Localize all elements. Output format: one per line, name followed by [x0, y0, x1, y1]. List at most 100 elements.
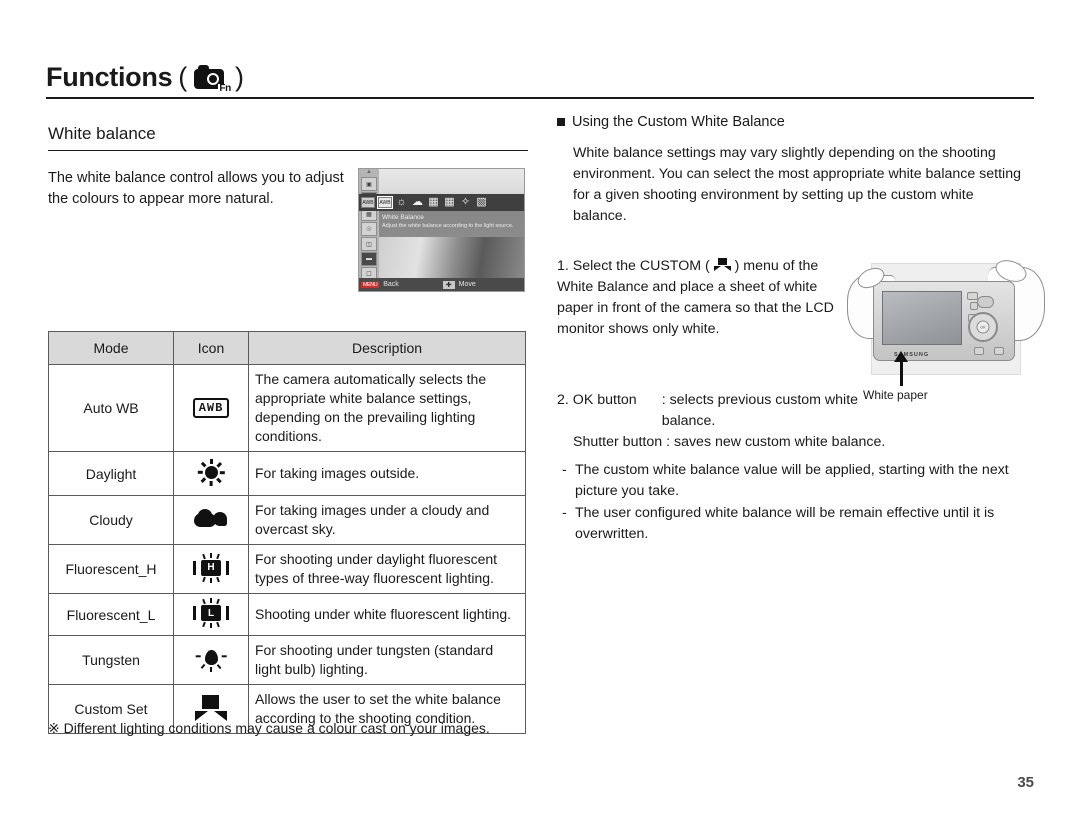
lcd-side-menu: ▲ ▣ ▤ ▦ ☉ ◫ ▬ ☐ ▼ [359, 169, 379, 291]
lcd-icon-cloud: ☁ [412, 196, 423, 208]
tungsten-ray [210, 666, 213, 672]
fluorescent-ray [210, 577, 213, 583]
tungsten-ray [221, 654, 227, 658]
step-2-shutter-label: Shutter button [573, 434, 663, 450]
custom-inline-right-wedge [723, 266, 731, 271]
fluorescent-ray [202, 621, 207, 628]
sun-core [205, 466, 218, 479]
custom-set-left-wedge [195, 710, 208, 721]
camera-five-way-dial: OK [968, 312, 998, 342]
row-mode-fluorescent-h: Fluorescent_H [48, 544, 174, 594]
page-header: Functions ( Fn ) [46, 60, 1034, 99]
sun-ray [200, 477, 207, 483]
sun-ray [197, 471, 203, 474]
fluorescent-ray [210, 598, 213, 603]
fn-label: Fn [218, 83, 232, 94]
custom-inline-left-wedge [713, 266, 721, 271]
custom-set-icon [194, 694, 228, 722]
fluorescent-left-bar [193, 606, 196, 620]
awb-icon: AWB [192, 398, 230, 418]
fluorescent-ray [210, 623, 213, 628]
step-1: 1. Select the CUSTOM ( ) menu of the Whi… [557, 256, 857, 340]
fluorescent-h-icon: H [191, 552, 231, 583]
table-header-icon: Icon [173, 331, 249, 365]
row-mode-fluorescent-l: Fluorescent_L [48, 593, 174, 636]
sun-icon [194, 457, 228, 487]
lcd-back-label: Back [383, 281, 399, 288]
fluorescent-ray [202, 598, 207, 605]
paren-close: ) [235, 62, 244, 92]
paren-open: ( [178, 62, 187, 92]
lcd-icon-tungsten: ✧ [460, 196, 471, 208]
step-2-ok-label: OK button [572, 392, 637, 408]
page-title-text: Functions [46, 62, 173, 92]
camera-lcd-monitor [882, 291, 962, 345]
lcd-icon-sun: ☼ [396, 196, 407, 208]
sun-ray [200, 462, 207, 468]
row-description: For taking images outside. [248, 451, 526, 496]
custom-inline-square [717, 258, 727, 265]
camera-shutter-button [977, 296, 994, 308]
fluorescent-ray [216, 598, 221, 605]
row-description: The camera automatically selects the app… [248, 364, 526, 452]
note-dash: - [562, 505, 567, 521]
row-description: For shooting under tungsten (standard li… [248, 635, 526, 685]
fluorescent-tube: L [201, 605, 221, 621]
step-2: 2. OK button : selects previous custom w… [557, 390, 887, 432]
table-row: Cloudy For taking images under a cloudy … [48, 495, 526, 545]
custom-wb-notes: - The custom white balance value will be… [562, 460, 1032, 546]
lcd-side-item-metering: ◫ [361, 237, 377, 251]
lcd-photo-subject [379, 237, 524, 278]
fluorescent-ray [216, 576, 221, 582]
cloud-icon [193, 506, 229, 532]
table-row: Tungsten For shooting under tungsten (st… [48, 635, 526, 685]
lcd-side-item-iso: ☉ [361, 222, 377, 236]
tungsten-icon [195, 644, 227, 674]
sun-ray [216, 462, 222, 468]
lcd-bottom-bar: MENU Back ✚ Move [359, 278, 524, 291]
fluorescent-tube: H [201, 559, 221, 576]
custom-wb-bullet-heading: Using the Custom White Balance [557, 114, 785, 130]
sun-ray [210, 459, 213, 464]
row-description: For taking images under a cloudy and ove… [248, 495, 526, 545]
camera-illustration: SAMSUNG OK White paper [845, 255, 1045, 415]
fluorescent-ray [216, 621, 221, 628]
step-1-pre-text: Select the CUSTOM ( [572, 258, 710, 274]
step-2-ok-label-wrap: 2. OK button [557, 390, 662, 432]
fluorescent-left-bar [193, 560, 196, 575]
custom-wb-paragraph: White balance settings may vary slightly… [573, 145, 1021, 224]
table-header-description: Description [248, 331, 526, 365]
lcd-menu-key-icon: MENU [361, 281, 380, 288]
row-mode-cloudy: Cloudy [48, 495, 174, 545]
lcd-menu-text: White Balance Adjust the white balance a… [379, 211, 524, 237]
intro-paragraph: The white balance control allows you to … [48, 170, 344, 207]
note-item: - The user configured white balance will… [562, 503, 1032, 545]
lcd-icon-awb: AWB [361, 197, 375, 208]
camera-lens [207, 73, 219, 85]
section-heading: White balance [48, 124, 528, 151]
step-2-ok-row: 2. OK button : selects previous custom w… [557, 390, 887, 432]
tungsten-ray [195, 654, 201, 658]
camera-back-body: SAMSUNG OK [873, 281, 1015, 361]
note-item: - The custom white balance value will be… [562, 460, 1032, 502]
row-mode-daylight: Daylight [48, 451, 174, 496]
lcd-screenshot: ▲ ▣ ▤ ▦ ☉ ◫ ▬ ☐ ▼ AWB AWB ☼ ☁ ▦ ▦ ✧ ▧ Wh… [358, 168, 525, 292]
fluorescent-right-bar [226, 560, 229, 575]
camera-button-bottom-2 [994, 347, 1004, 355]
row-icon-cell [173, 635, 249, 685]
note-dash: - [562, 462, 567, 478]
step-2-number: 2. [557, 392, 569, 408]
bullet-heading-text: Using the Custom White Balance [572, 114, 785, 130]
table-row: Auto WB AWB The camera automatically sel… [48, 364, 526, 452]
lcd-icon-custom: ▧ [476, 196, 487, 208]
camera-button-bottom-1 [974, 347, 984, 355]
fluorescent-ray [202, 553, 207, 559]
white-paper-label: White paper [863, 388, 928, 402]
table-row: Fluorescent_L L Shooting under white flu… [48, 593, 526, 636]
row-mode-auto-wb: Auto WB [48, 364, 174, 452]
camera-ok-button: OK [976, 320, 990, 334]
sun-ray [219, 471, 225, 474]
lcd-dpad-icon: ✚ [442, 280, 455, 289]
lcd-side-item-resolution: ▣ [361, 177, 377, 191]
square-bullet-icon [557, 118, 565, 126]
